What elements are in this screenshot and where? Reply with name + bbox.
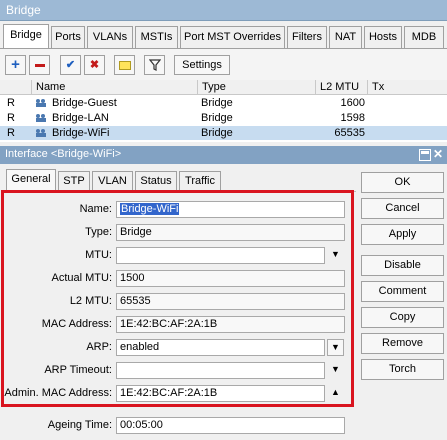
highlight-box <box>1 190 354 407</box>
add-icon[interactable]: + <box>5 55 26 75</box>
torch-button[interactable]: Torch <box>361 359 444 380</box>
disable-x-icon[interactable]: ✖ <box>84 55 105 75</box>
cancel-button[interactable]: Cancel <box>361 198 444 219</box>
settings-button[interactable]: Settings <box>174 55 230 75</box>
tab-vlan[interactable]: VLAN <box>92 171 133 191</box>
column-header-name[interactable]: Name <box>32 80 198 95</box>
bridge-icon <box>36 114 46 122</box>
tab-port-mst-overrides[interactable]: Port MST Overrides <box>180 26 285 48</box>
ok-button[interactable]: OK <box>361 172 444 193</box>
maximize-icon[interactable] <box>419 149 431 161</box>
tab-bridge[interactable]: Bridge <box>3 24 49 48</box>
tab-general[interactable]: General <box>6 169 56 191</box>
column-header-tx[interactable]: Tx <box>368 80 447 95</box>
filter-funnel-icon[interactable] <box>144 55 165 75</box>
bridge-icon <box>36 99 46 107</box>
row-type: Bridge <box>201 112 233 124</box>
bridge-window-title: Bridge <box>6 3 41 17</box>
column-header-flags[interactable] <box>0 80 32 95</box>
tab-stp[interactable]: STP <box>58 171 90 191</box>
tab-nat[interactable]: NAT <box>329 26 362 48</box>
tab-vlans[interactable]: VLANs <box>87 26 133 48</box>
ageing-time-input[interactable]: 00:05:00 <box>116 417 345 434</box>
bridge-icon <box>36 129 46 137</box>
tab-hosts[interactable]: Hosts <box>364 26 402 48</box>
row-flag: R <box>7 127 15 139</box>
row-type: Bridge <box>201 127 233 139</box>
apply-button[interactable]: Apply <box>361 224 444 245</box>
comment-note-icon[interactable] <box>114 55 135 75</box>
tab-status[interactable]: Status <box>135 171 177 191</box>
tab-filters[interactable]: Filters <box>287 26 327 48</box>
row-l2mtu: 65535 <box>334 127 365 139</box>
row-flag: R <box>7 97 15 109</box>
disable-button[interactable]: Disable <box>361 255 444 276</box>
column-header-type[interactable]: Type <box>198 80 316 95</box>
table-row[interactable]: R Bridge-Guest Bridge 1600 <box>0 96 447 110</box>
ageing-time-label: Ageing Time: <box>47 419 112 431</box>
row-name: Bridge-WiFi <box>52 127 110 139</box>
row-flag: R <box>7 112 15 124</box>
enable-check-icon[interactable]: ✔ <box>60 55 81 75</box>
row-l2mtu: 1598 <box>340 112 365 124</box>
bridge-window-titlebar[interactable]: Bridge <box>0 0 447 21</box>
table-row-selected[interactable]: R Bridge-WiFi Bridge 65535 <box>0 126 447 140</box>
remove-button[interactable]: Remove <box>361 333 444 354</box>
row-l2mtu: 1600 <box>340 97 365 109</box>
tab-mstis[interactable]: MSTIs <box>135 26 178 48</box>
copy-button[interactable]: Copy <box>361 307 444 328</box>
close-icon[interactable]: ✕ <box>433 147 445 161</box>
bridge-table: Name Type L2 MTU Tx R Bridge-Guest Bridg… <box>0 80 447 142</box>
row-type: Bridge <box>201 97 233 109</box>
remove-icon[interactable] <box>29 55 50 75</box>
comment-button[interactable]: Comment <box>361 281 444 302</box>
tab-mdb[interactable]: MDB <box>404 26 444 48</box>
interface-dialog-title: Interface <Bridge-WiFi> <box>5 148 122 160</box>
column-header-l2mtu[interactable]: L2 MTU <box>316 80 368 95</box>
bridge-tabbar: Bridge Ports VLANs MSTIs Port MST Overri… <box>0 22 447 48</box>
tab-traffic[interactable]: Traffic <box>179 171 221 191</box>
table-row[interactable]: R Bridge-LAN Bridge 1598 <box>0 111 447 125</box>
tab-ports[interactable]: Ports <box>51 26 85 48</box>
interface-dialog-titlebar[interactable]: Interface <Bridge-WiFi> ✕ <box>0 146 447 164</box>
row-name: Bridge-Guest <box>52 97 117 109</box>
toolbar: + ✔ ✖ Settings <box>0 48 447 80</box>
row-name: Bridge-LAN <box>52 112 109 124</box>
